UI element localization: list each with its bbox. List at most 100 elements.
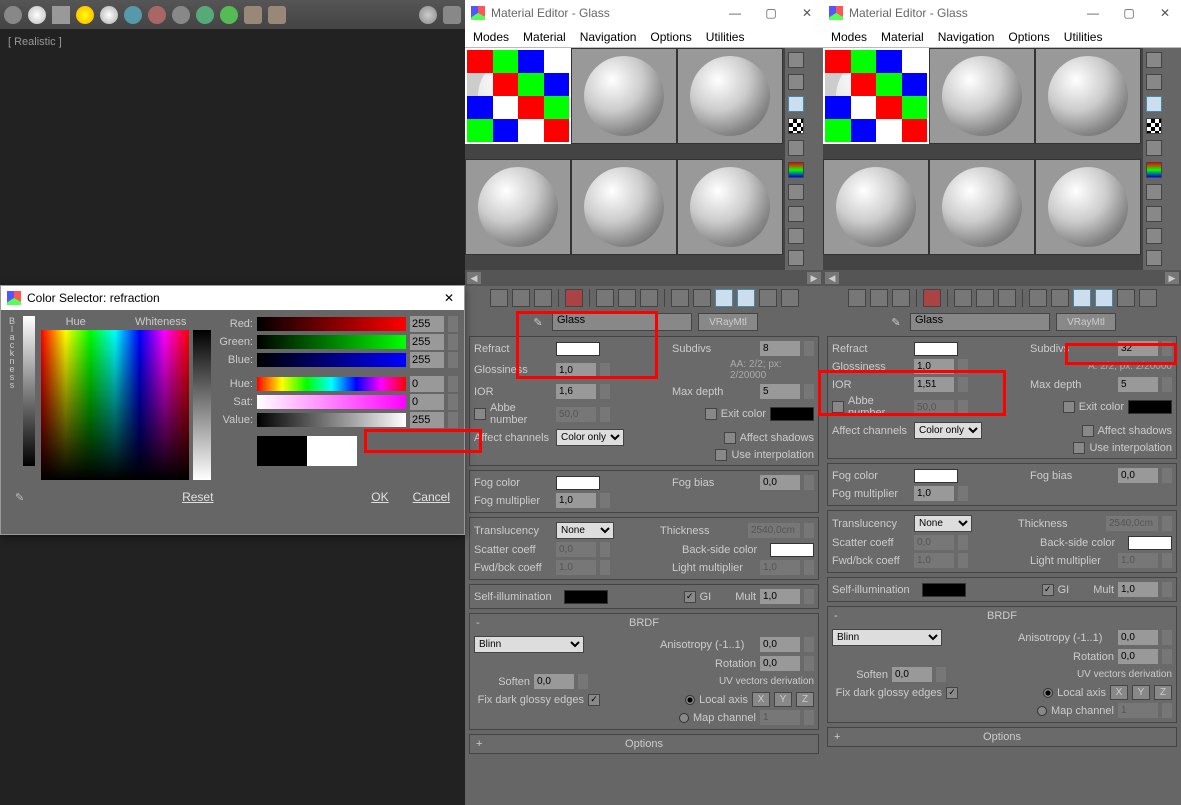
brdf-header[interactable]: -BRDF <box>828 607 1176 625</box>
hue-value[interactable]: 0 <box>410 376 444 392</box>
tool-icon[interactable] <box>671 289 689 307</box>
rgb-icon[interactable] <box>1146 162 1162 178</box>
options-rollout[interactable]: +Options <box>827 727 1177 747</box>
rotation-input[interactable]: 0,0 <box>1118 649 1158 664</box>
abbe-checkbox[interactable] <box>832 401 844 413</box>
tool-icon[interactable] <box>52 6 70 24</box>
reset-button[interactable]: Reset <box>182 490 213 504</box>
scatter-input[interactable]: 0,0 <box>556 542 596 557</box>
subdivs-input[interactable]: 32 <box>1118 341 1158 356</box>
menu-item[interactable]: Material <box>881 30 924 44</box>
material-slot[interactable] <box>571 48 677 144</box>
tool-icon[interactable] <box>693 289 711 307</box>
minimize-button[interactable]: — <box>1083 6 1103 20</box>
value-slider[interactable] <box>257 413 406 427</box>
tool-icon[interactable] <box>998 289 1016 307</box>
menu-item[interactable]: Material <box>523 30 566 44</box>
spinner[interactable] <box>448 376 458 392</box>
spinner[interactable] <box>804 560 814 575</box>
material-slot[interactable] <box>465 48 571 144</box>
spinner[interactable] <box>448 394 458 410</box>
ox-icon[interactable] <box>268 6 286 24</box>
axis-y-button[interactable]: Y <box>1132 685 1150 700</box>
tool-icon[interactable] <box>788 74 804 90</box>
scroll-right-icon[interactable]: ▶ <box>807 272 821 284</box>
options-rollout[interactable]: +Options <box>469 734 819 754</box>
lightmult-input[interactable]: 1,0 <box>1118 553 1158 568</box>
minimize-button[interactable]: — <box>725 6 745 20</box>
delete-icon[interactable] <box>923 289 941 307</box>
tool-icon[interactable] <box>788 52 804 68</box>
menu-item[interactable]: Modes <box>473 30 509 44</box>
localaxis-radio[interactable] <box>1043 688 1053 698</box>
tool-icon[interactable] <box>1029 289 1047 307</box>
spinner[interactable] <box>958 553 968 568</box>
gi-checkbox[interactable] <box>684 591 696 603</box>
mapchannel-input[interactable]: 1 <box>1118 703 1158 718</box>
maxdepth-input[interactable]: 5 <box>760 384 800 399</box>
spinner[interactable] <box>958 377 968 392</box>
spinner[interactable] <box>804 637 814 652</box>
spinner[interactable] <box>804 523 814 538</box>
exitcolor-swatch[interactable] <box>770 407 814 421</box>
red-slider[interactable] <box>257 317 406 331</box>
tool-icon[interactable] <box>788 96 804 112</box>
scroll-right-icon[interactable]: ▶ <box>1165 272 1179 284</box>
lightmult-input[interactable]: 1,0 <box>760 560 800 575</box>
affect-shadows-checkbox[interactable] <box>724 432 736 444</box>
maximize-button[interactable]: ▢ <box>1119 6 1139 20</box>
old-color-swatch[interactable] <box>257 436 307 466</box>
exitcolor-swatch[interactable] <box>1128 400 1172 414</box>
material-slot[interactable] <box>1035 159 1141 255</box>
material-type-button[interactable]: VRayMtl <box>1056 313 1116 331</box>
tool-icon[interactable] <box>1051 289 1069 307</box>
fogcolor-swatch[interactable] <box>914 469 958 483</box>
tool-icon[interactable] <box>781 289 799 307</box>
tool-icon[interactable] <box>124 6 142 24</box>
rgb-icon[interactable] <box>788 162 804 178</box>
abbe-input[interactable]: 50,0 <box>914 400 954 415</box>
tool-icon[interactable] <box>788 206 804 222</box>
ok-button[interactable]: OK <box>371 490 388 504</box>
sun-icon[interactable] <box>76 6 94 24</box>
material-slot[interactable] <box>677 159 783 255</box>
spinner[interactable] <box>448 412 458 428</box>
spinner[interactable] <box>958 359 968 374</box>
close-button[interactable]: ✕ <box>1155 6 1175 20</box>
maximize-button[interactable]: ▢ <box>761 6 781 20</box>
tool-icon[interactable] <box>196 6 214 24</box>
spinner[interactable] <box>804 589 814 604</box>
material-slot[interactable] <box>677 48 783 144</box>
spinner[interactable] <box>804 710 814 725</box>
backside-swatch[interactable] <box>770 543 814 557</box>
tool-icon[interactable] <box>1146 250 1162 266</box>
thickness-input[interactable]: 2540,0cm <box>1106 516 1158 531</box>
sat-value[interactable]: 0 <box>410 394 444 410</box>
spinner[interactable] <box>600 384 610 399</box>
exitcolor-checkbox[interactable] <box>705 408 717 420</box>
spinner[interactable] <box>1162 553 1172 568</box>
tool-icon[interactable] <box>618 289 636 307</box>
mapchannel-radio[interactable] <box>679 713 689 723</box>
red-value[interactable]: 255 <box>410 316 444 332</box>
tool-icon[interactable] <box>737 289 755 307</box>
whiteness-gradient[interactable] <box>193 330 211 480</box>
material-slot[interactable] <box>465 159 571 255</box>
affect-dropdown[interactable]: Color only <box>914 422 982 439</box>
spinner[interactable] <box>804 341 814 356</box>
slot-scrollbar[interactable]: ◀▶ <box>465 270 823 286</box>
tool-icon[interactable] <box>892 289 910 307</box>
fwdbck-input[interactable]: 1,0 <box>556 560 596 575</box>
slot-scrollbar[interactable]: ◀▶ <box>823 270 1181 286</box>
blue-slider[interactable] <box>257 353 406 367</box>
tool-icon[interactable] <box>759 289 777 307</box>
spinner[interactable] <box>804 475 814 490</box>
spinner[interactable] <box>600 493 610 508</box>
tool-icon[interactable] <box>715 289 733 307</box>
tool-icon[interactable] <box>148 6 166 24</box>
menu-item[interactable]: Navigation <box>938 30 995 44</box>
menu-item[interactable]: Navigation <box>580 30 637 44</box>
green-value[interactable]: 255 <box>410 334 444 350</box>
tool-icon[interactable] <box>534 289 552 307</box>
tool-icon[interactable] <box>1073 289 1091 307</box>
